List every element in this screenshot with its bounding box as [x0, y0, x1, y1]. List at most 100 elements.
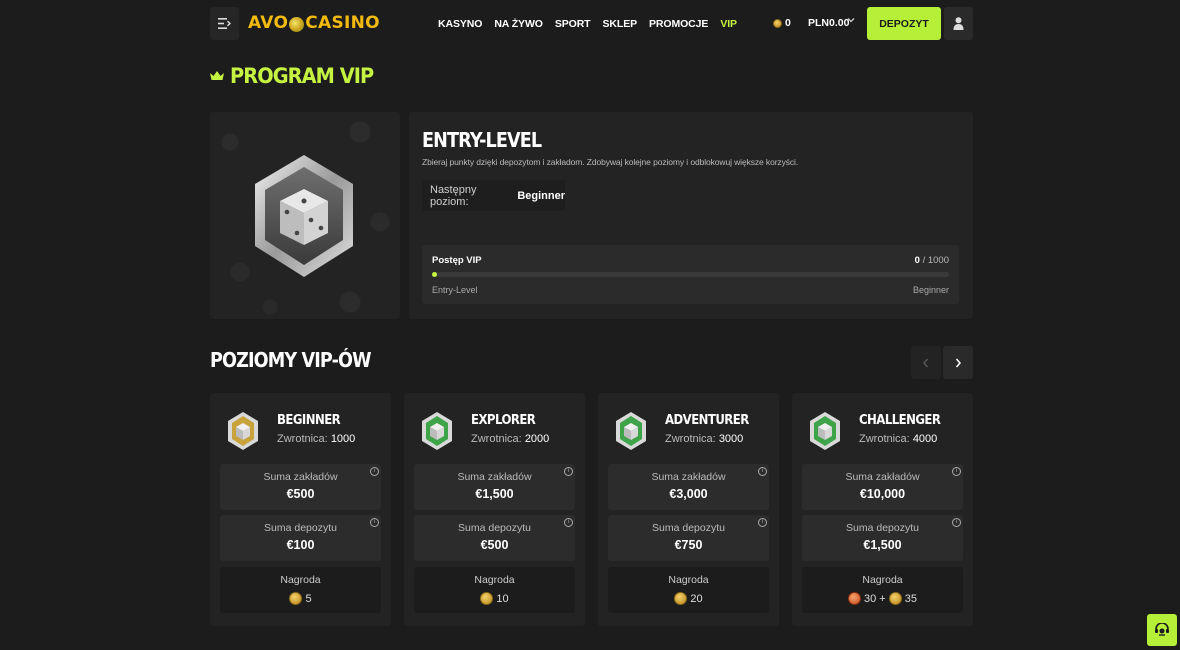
bets-label: Suma zakładów	[845, 471, 920, 483]
reward-amount: 5	[305, 592, 312, 605]
deposits-label: Suma depozytu	[264, 522, 337, 534]
nav-na-zywo[interactable]: NA ŻYWO	[494, 18, 543, 30]
reward-label: Nagroda	[474, 574, 515, 586]
level-badge-icon	[810, 412, 840, 450]
avocado-logo-icon	[289, 16, 305, 32]
info-icon[interactable]: i	[370, 467, 379, 476]
current-level-info-panel: ENTRY-LEVEL Zbieraj punkty dzięki depozy…	[409, 112, 973, 319]
deposits-value: €750	[674, 538, 703, 552]
current-level-badge-panel	[210, 112, 400, 319]
info-icon[interactable]: i	[370, 518, 379, 527]
info-icon[interactable]: i	[952, 518, 961, 527]
vip-level-card: ADVENTURER Zwrotnica: 3000 Suma zakładów €3…	[598, 393, 779, 626]
vip-level-card: EXPLORER Zwrotnica: 2000 Suma zakładów €1,5…	[404, 393, 585, 626]
support-chat-icon	[1155, 623, 1169, 636]
total-deposit-requirement: Suma depozytu €100 i	[220, 515, 381, 561]
level-reward: Nagroda 10	[414, 567, 575, 613]
progress-separator: /	[922, 255, 926, 266]
total-bets-requirement: Suma zakładów €10,000 i	[802, 464, 963, 510]
deposits-value: €100	[286, 538, 315, 552]
coin-icon	[888, 592, 902, 605]
rakeback-label: Zwrotnica:	[859, 433, 910, 445]
deposits-label: Suma depozytu	[458, 522, 531, 534]
info-icon[interactable]: i	[758, 518, 767, 527]
levels-next-button[interactable]	[943, 346, 973, 379]
bets-label: Suma zakładów	[651, 471, 726, 483]
silver-dice-badge-icon	[255, 155, 353, 277]
level-description: Zbieraj punkty dzięki depozytom i zakład…	[422, 157, 799, 167]
progress-to-level: Beginner	[912, 285, 949, 295]
progress-total: 1000	[927, 255, 949, 266]
reward-amounts: 5	[220, 592, 381, 605]
casino-logo[interactable]: AVO CASINO	[248, 10, 380, 36]
rakeback-label: Zwrotnica:	[665, 433, 716, 445]
nav-promocje[interactable]: PROMOCJE	[649, 18, 708, 30]
info-icon[interactable]: i	[564, 467, 573, 476]
current-level-title: ENTRY-LEVEL	[422, 128, 542, 152]
vip-level-card: CHALLENGER Zwrotnica: 4000 Suma zakładów €1…	[792, 393, 973, 626]
balance-dropdown[interactable]: 0 PLN0.00	[760, 7, 863, 40]
deposit-button[interactable]: DEPOZYT	[867, 7, 941, 40]
live-support-button[interactable]	[1147, 614, 1177, 646]
deposits-value: €500	[480, 538, 509, 552]
nav-sport[interactable]: SPORT	[555, 18, 591, 30]
top-bar: AVO CASINO KASYNO NA ŻYWO SPORT SKLEP PRO…	[0, 0, 1180, 47]
nav-sklep[interactable]: SKLEP	[603, 18, 638, 30]
total-deposit-requirement: Suma depozytu €1,500 i	[802, 515, 963, 561]
level-rakeback: Zwrotnica: 3000	[665, 433, 743, 445]
page-title: PROGRAM VIP	[230, 64, 374, 88]
rakeback-value: 3000	[718, 433, 744, 445]
bets-value: €500	[286, 487, 315, 501]
menu-collapse-icon	[218, 18, 231, 29]
rakeback-value: 4000	[912, 433, 938, 445]
level-rakeback: Zwrotnica: 2000	[471, 433, 549, 445]
bets-value: €1,500	[475, 487, 514, 501]
level-name: ADVENTURER	[665, 413, 749, 428]
coin-icon	[773, 19, 782, 28]
info-icon[interactable]: i	[758, 467, 767, 476]
logo-suffix: CASINO	[305, 13, 380, 33]
reward-amounts: 30 +35	[802, 592, 963, 605]
total-bets-requirement: Suma zakładów €3,000 i	[608, 464, 769, 510]
deposits-label: Suma depozytu	[652, 522, 725, 534]
level-reward: Nagroda 20	[608, 567, 769, 613]
rakeback-label: Zwrotnica:	[277, 433, 328, 445]
reward-amounts: 20	[608, 592, 769, 605]
reward-amounts: 10	[414, 592, 575, 605]
level-badge-icon	[228, 412, 258, 450]
logo-prefix: AVO	[248, 13, 289, 33]
levels-prev-button[interactable]	[911, 346, 941, 379]
progress-current: 0	[914, 255, 920, 266]
progress-track	[432, 272, 949, 277]
user-profile-button[interactable]	[944, 7, 973, 40]
chevron-down-icon	[847, 16, 855, 27]
progress-from-level: Entry-Level	[432, 285, 478, 295]
chevron-left-icon	[922, 355, 930, 371]
menu-toggle-button[interactable]	[210, 7, 239, 40]
rakeback-label: Zwrotnica:	[471, 433, 522, 445]
progress-count: 0 / 1000	[915, 255, 949, 266]
main-nav: KASYNO NA ŻYWO SPORT SKLEP PROMOCJE VIP	[438, 0, 737, 47]
reward-label: Nagroda	[862, 574, 903, 586]
level-rakeback: Zwrotnica: 4000	[859, 433, 937, 445]
reward-label: Nagroda	[280, 574, 321, 586]
user-icon	[953, 17, 964, 30]
bets-value: €10,000	[859, 487, 906, 501]
level-name: CHALLENGER	[859, 413, 941, 428]
bets-value: €3,000	[669, 487, 708, 501]
next-level-label: Następny poziom:	[430, 183, 477, 208]
nav-kasyno[interactable]: KASYNO	[438, 18, 482, 30]
info-icon[interactable]: i	[564, 518, 573, 527]
info-icon[interactable]: i	[952, 467, 961, 476]
bets-label: Suma zakładów	[263, 471, 338, 483]
next-level-value: Beginner	[517, 189, 565, 202]
vip-levels-heading: POZIOMY VIP-ÓW	[210, 348, 372, 372]
reward-amount: 35	[904, 592, 917, 605]
reward-label: Nagroda	[668, 574, 709, 586]
balance-value: PLN0.00	[808, 17, 850, 29]
level-badge-icon	[616, 412, 646, 450]
deposits-label: Suma depozytu	[846, 522, 919, 534]
reward-amount: 20	[690, 592, 703, 605]
nav-vip[interactable]: VIP	[720, 18, 737, 30]
reward-amount: 10	[496, 592, 509, 605]
